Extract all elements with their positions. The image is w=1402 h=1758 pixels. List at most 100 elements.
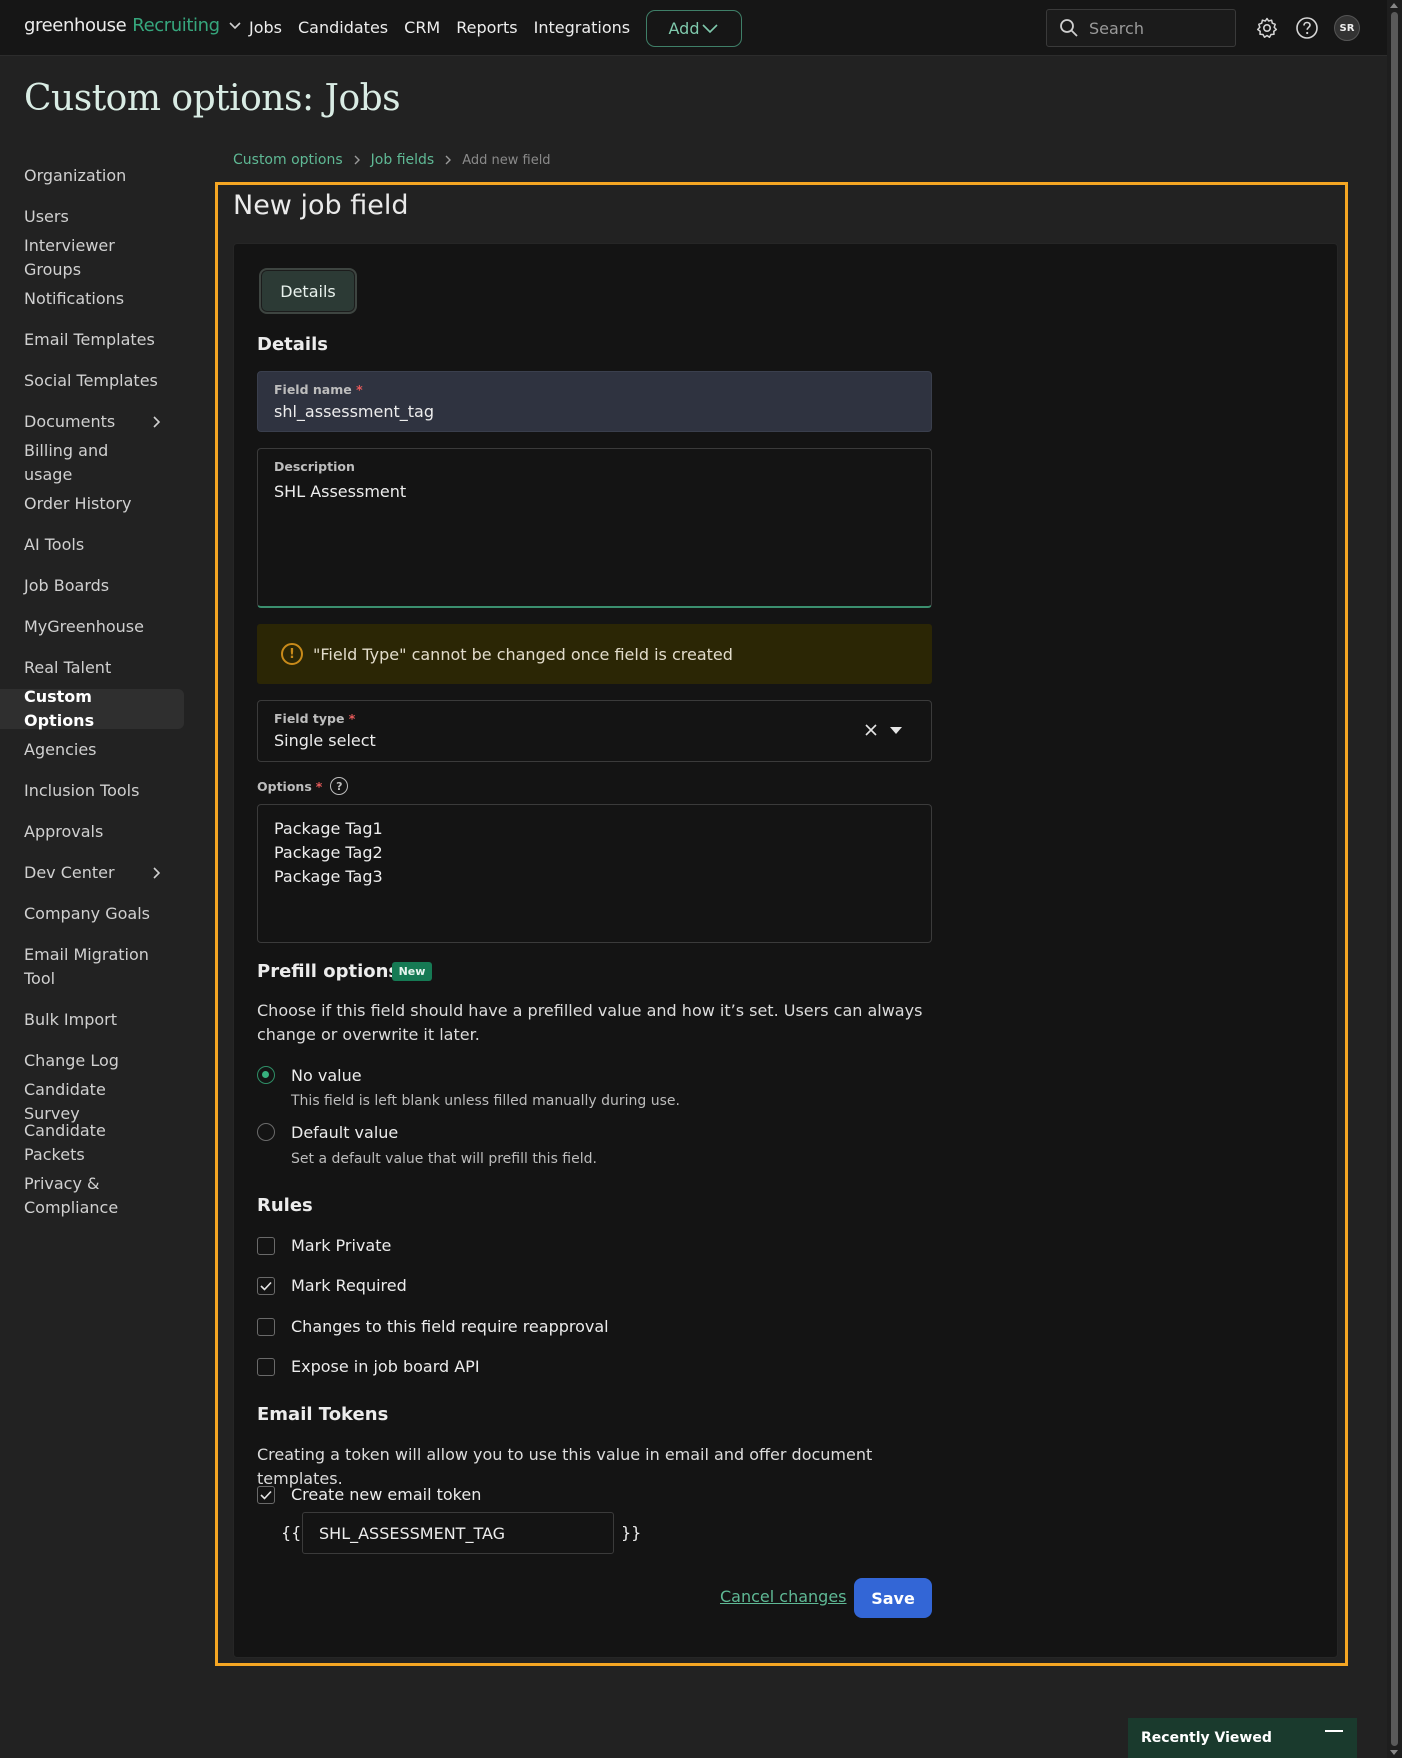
radio-default-value-sub: Set a default value that will prefill th…: [291, 1151, 597, 1167]
help-icon[interactable]: ?: [330, 777, 349, 795]
sidebar-item-organization[interactable]: Organization: [0, 156, 184, 196]
sidebar-item-approvals[interactable]: Approvals: [0, 812, 184, 852]
sidebar-item-email-migration[interactable]: Email Migration Tool: [0, 935, 184, 999]
chevron-right-icon: [353, 154, 361, 166]
sidebar-item-label: Inclusion Tools: [24, 781, 140, 800]
sidebar-item-real-talent[interactable]: Real Talent: [0, 648, 184, 688]
search-box[interactable]: [1046, 9, 1236, 47]
description-textarea[interactable]: SHL Assessment: [274, 482, 914, 592]
token-close-brace: }}: [621, 1523, 642, 1542]
checkbox-mark-required[interactable]: [257, 1277, 275, 1295]
field-name-input[interactable]: Field name *: [257, 371, 932, 432]
close-icon[interactable]: [862, 721, 880, 739]
tab-details[interactable]: Details: [259, 268, 357, 314]
sidebar-item-change-log[interactable]: Change Log: [0, 1041, 184, 1081]
help-icon[interactable]: [1294, 15, 1320, 41]
search-input[interactable]: [1089, 18, 1219, 38]
sidebar-item-label: AI Tools: [24, 535, 85, 554]
field-name-value[interactable]: [274, 402, 914, 421]
token-input[interactable]: [302, 1512, 614, 1554]
scroll-up-arrow[interactable]: [1390, 3, 1398, 8]
app-logo[interactable]: greenhouse Recruiting: [24, 15, 242, 36]
sidebar-item-users[interactable]: Users: [0, 197, 184, 237]
gear-icon[interactable]: [1254, 15, 1280, 41]
scroll-thumb[interactable]: [1391, 12, 1398, 1746]
sidebar-item-agencies[interactable]: Agencies: [0, 730, 184, 770]
nav-reports[interactable]: Reports: [456, 18, 517, 37]
radio-no-value-sub: This field is left blank unless filled m…: [291, 1093, 680, 1109]
options-lines: Package Tag1 Package Tag2 Package Tag3: [274, 817, 383, 889]
nav-jobs[interactable]: Jobs: [249, 18, 282, 37]
chevron-down-icon: [702, 23, 719, 33]
checkbox-job-board-api[interactable]: [257, 1358, 275, 1376]
description-field[interactable]: Description SHL Assessment: [257, 448, 932, 608]
radio-default-value-label[interactable]: Default value: [291, 1123, 398, 1142]
field-type-value: Single select: [274, 731, 376, 750]
save-button[interactable]: Save: [854, 1578, 932, 1618]
sidebar-item-label: Documents: [24, 412, 116, 431]
sidebar-item-mygreenhouse[interactable]: MyGreenhouse: [0, 607, 184, 647]
sidebar-item-inclusion-tools[interactable]: Inclusion Tools: [0, 771, 184, 811]
scroll-down-arrow[interactable]: [1390, 1750, 1398, 1755]
create-token-label[interactable]: Create new email token: [291, 1485, 481, 1504]
sidebar-item-ai-tools[interactable]: AI Tools: [0, 525, 184, 565]
sidebar-item-documents[interactable]: Documents: [0, 402, 184, 442]
nav-integrations[interactable]: Integrations: [534, 18, 631, 37]
sidebar-item-label: Bulk Import: [24, 1010, 118, 1029]
page-title: Custom options: Jobs: [24, 78, 401, 119]
email-tokens-description: Creating a token will allow you to use t…: [257, 1445, 873, 1488]
checkbox-mark-private[interactable]: [257, 1237, 275, 1255]
sidebar-item-privacy[interactable]: Privacy & Compliance: [0, 1164, 184, 1228]
chevron-right-icon: [444, 154, 452, 166]
options-label: Options * ?: [257, 777, 349, 795]
sidebar-item-social-templates[interactable]: Social Templates: [0, 361, 184, 401]
breadcrumb-custom-options[interactable]: Custom options: [233, 152, 343, 168]
prefill-heading: Prefill options: [257, 961, 400, 982]
sidebar-item-order-history[interactable]: Order History: [0, 484, 184, 524]
sidebar-item-label: Notifications: [24, 289, 125, 308]
nav-candidates[interactable]: Candidates: [298, 18, 388, 37]
field-type-select[interactable]: Field type * Single select: [257, 700, 932, 762]
sidebar-item-job-boards[interactable]: Job Boards: [0, 566, 184, 606]
sidebar-item-bulk-import[interactable]: Bulk Import: [0, 1000, 184, 1040]
warning-icon: !: [281, 643, 303, 665]
sidebar-item-custom-options[interactable]: Custom Options: [0, 687, 184, 730]
radio-default-value[interactable]: [257, 1123, 275, 1141]
sidebar-item-interviewer-groups[interactable]: Interviewer Groups: [0, 236, 184, 279]
sidebar-item-dev-center[interactable]: Dev Center: [0, 853, 184, 893]
sidebar-item-notifications[interactable]: Notifications: [0, 279, 184, 319]
mark-required-label[interactable]: Mark Required: [291, 1276, 407, 1295]
details-heading: Details: [257, 334, 328, 355]
sidebar-item-label: Social Templates: [24, 371, 158, 390]
caret-down-icon[interactable]: [890, 727, 902, 734]
job-board-api-label[interactable]: Expose in job board API: [291, 1357, 480, 1376]
sidebar-item-label: Privacy & Compliance: [24, 1174, 119, 1217]
nav-crm[interactable]: CRM: [404, 18, 440, 37]
cancel-changes-link[interactable]: Cancel changes: [720, 1587, 847, 1606]
mark-private-label[interactable]: Mark Private: [291, 1236, 391, 1255]
sidebar-item-label: Candidate Packets: [24, 1121, 106, 1164]
add-button[interactable]: Add: [646, 10, 742, 47]
page-scrollbar[interactable]: [1387, 0, 1402, 1758]
field-type-label: Field type *: [274, 711, 356, 726]
radio-no-value-label[interactable]: No value: [291, 1066, 362, 1085]
sidebar-item-candidate-packets[interactable]: Candidate Packets: [0, 1121, 184, 1164]
new-badge: New: [392, 962, 432, 981]
sidebar-item-candidate-survey[interactable]: Candidate Survey: [0, 1080, 184, 1123]
avatar[interactable]: SR: [1334, 15, 1360, 41]
checkbox-create-token[interactable]: [257, 1486, 275, 1504]
chevron-down-icon[interactable]: [228, 21, 242, 31]
breadcrumb-job-fields[interactable]: Job fields: [371, 152, 435, 168]
sidebar-item-billing[interactable]: Billing and usage: [0, 441, 184, 484]
logo-product: Recruiting: [132, 15, 220, 36]
minimize-icon[interactable]: [1325, 1730, 1343, 1732]
recently-viewed-panel[interactable]: Recently Viewed: [1128, 1718, 1357, 1758]
sidebar-item-company-goals[interactable]: Company Goals: [0, 894, 184, 934]
checkbox-reapproval[interactable]: [257, 1318, 275, 1336]
field-type-warning: ! "Field Type" cannot be changed once fi…: [257, 624, 932, 684]
sidebar-item-label: Job Boards: [24, 576, 110, 595]
reapproval-label[interactable]: Changes to this field require reapproval: [291, 1317, 609, 1336]
sidebar-item-email-templates[interactable]: Email Templates: [0, 320, 184, 360]
radio-no-value[interactable]: [257, 1066, 275, 1084]
options-textarea[interactable]: Package Tag1 Package Tag2 Package Tag3: [257, 804, 932, 943]
